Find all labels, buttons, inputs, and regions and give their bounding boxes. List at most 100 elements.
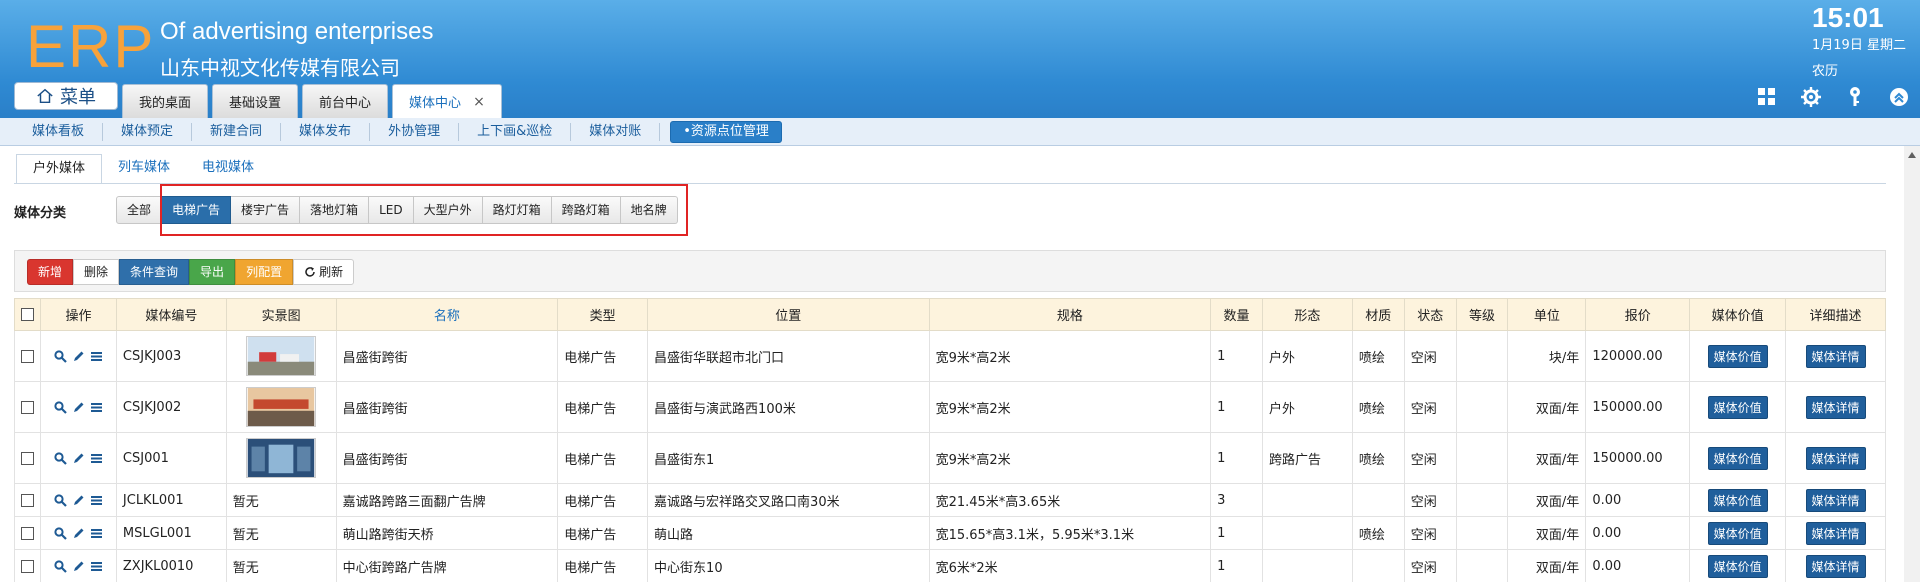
column-header[interactable]: 形态: [1261, 298, 1353, 331]
gear-icon[interactable]: [1800, 86, 1822, 108]
grade-cell: [1455, 330, 1509, 382]
column-header[interactable]: 报价: [1585, 298, 1691, 331]
row-checkbox[interactable]: [21, 400, 34, 414]
tab-tv-media[interactable]: 电视媒体: [186, 154, 270, 184]
table-row[interactable]: JCLKL001 暂无 嘉诚路跨路三面翻广告牌 电梯广告 嘉诚路与宏祥路交叉路口南30米…: [14, 483, 1886, 517]
media-value-button[interactable]: 媒体价值: [1707, 488, 1768, 512]
list-icon[interactable]: [90, 452, 103, 465]
row-checkbox[interactable]: [21, 349, 34, 363]
vertical-scrollbar[interactable]: [1904, 146, 1920, 582]
column-header[interactable]: 状态: [1403, 298, 1457, 331]
tab-train-media[interactable]: 列车媒体: [102, 154, 186, 184]
table-row[interactable]: MSLGL001 暂无 萌山路跨街天桥 电梯广告 萌山路 宽15.65*高3.1米，5.9…: [14, 516, 1886, 550]
subnav-media-publish[interactable]: 媒体发布: [281, 122, 371, 141]
media-value-button[interactable]: 媒体价值: [1707, 521, 1768, 545]
search-icon[interactable]: [54, 349, 67, 363]
edit-icon[interactable]: [72, 560, 85, 573]
row-select-cell[interactable]: [14, 330, 41, 382]
row-checkbox[interactable]: [21, 559, 34, 573]
row-select-cell[interactable]: [14, 549, 41, 582]
media-value-button[interactable]: 媒体价值: [1707, 395, 1768, 419]
material-cell: 喷绘: [1351, 381, 1405, 433]
column-header[interactable]: 媒体编号: [115, 298, 227, 331]
search-icon[interactable]: [54, 451, 67, 465]
thumbnail-image[interactable]: [246, 336, 317, 376]
category-all[interactable]: 全部: [116, 196, 163, 224]
close-tab-icon[interactable]: ×: [473, 94, 485, 110]
tab-my-desktop[interactable]: 我的桌面: [122, 84, 209, 118]
row-select-cell[interactable]: [14, 381, 41, 433]
table-row[interactable]: CSJKJ003 昌盛街跨街 电梯广告 昌盛街华联超市北门口 宽9米*高2米 1 户外 喷绘空…: [14, 330, 1886, 382]
edit-icon[interactable]: [72, 527, 85, 540]
lunar-calendar[interactable]: 农历: [1812, 60, 1838, 79]
column-header[interactable]: 等级: [1455, 298, 1509, 331]
thumbnail-image[interactable]: [246, 438, 317, 478]
subnav-media-reconcile[interactable]: 媒体对账: [571, 122, 661, 141]
media-detail-button[interactable]: 媒体详情: [1805, 521, 1866, 545]
menu-button[interactable]: 菜单: [14, 82, 118, 110]
edit-icon[interactable]: [72, 401, 85, 414]
media-value-button[interactable]: 媒体价值: [1707, 344, 1768, 368]
select-all-header[interactable]: [14, 298, 41, 331]
search-icon[interactable]: [54, 493, 67, 507]
table-row[interactable]: CSJKJ002 昌盛街跨街 电梯广告 昌盛街与演武路西100米 宽9米*高2米 1 户外喷…: [14, 381, 1886, 433]
query-button[interactable]: 条件查询: [119, 259, 190, 285]
media-detail-button[interactable]: 媒体详情: [1805, 446, 1866, 470]
media-detail-button[interactable]: 媒体详情: [1805, 395, 1866, 419]
media-detail-button[interactable]: 媒体详情: [1805, 488, 1866, 512]
edit-icon[interactable]: [72, 494, 85, 507]
list-icon[interactable]: [90, 350, 103, 363]
tab-media-center[interactable]: 媒体中心 ×: [392, 84, 502, 118]
select-all-checkbox[interactable]: [21, 308, 34, 321]
subnav-media-booking[interactable]: 媒体预定: [103, 122, 193, 141]
edit-icon[interactable]: [72, 350, 85, 363]
list-icon[interactable]: [90, 560, 103, 573]
subnav-outsourcing[interactable]: 外协管理: [370, 122, 460, 141]
row-select-cell[interactable]: [14, 432, 41, 484]
media-detail-button[interactable]: 媒体详情: [1805, 554, 1866, 578]
column-config-button[interactable]: 列配置: [235, 259, 294, 285]
row-checkbox[interactable]: [21, 493, 34, 507]
table-row[interactable]: CSJ001 昌盛街跨街 电梯广告 昌盛街东1 宽9米*高2米 1 跨路广告 喷绘 空闲 双面/年…: [14, 432, 1886, 484]
search-icon[interactable]: [54, 559, 67, 573]
key-icon[interactable]: [1844, 86, 1866, 108]
grid-icon[interactable]: [1756, 86, 1778, 108]
tab-front-center[interactable]: 前台中心: [302, 84, 389, 118]
subnav-inspection[interactable]: 上下画&巡检: [459, 122, 572, 141]
main-tabs: 我的桌面 基础设置 前台中心 媒体中心 ×: [118, 84, 502, 118]
subnav-media-board[interactable]: 媒体看板: [14, 122, 104, 141]
list-icon[interactable]: [90, 527, 103, 540]
row-checkbox[interactable]: [21, 451, 34, 465]
column-header[interactable]: 单位: [1507, 298, 1587, 331]
row-select-cell[interactable]: [14, 483, 41, 517]
list-icon[interactable]: [90, 401, 103, 414]
column-header[interactable]: 位置: [647, 298, 930, 331]
column-header[interactable]: 规格: [928, 298, 1212, 331]
media-value-button[interactable]: 媒体价值: [1707, 446, 1768, 470]
subnav-resource-points[interactable]: •资源点位管理: [670, 120, 782, 143]
media-value-button[interactable]: 媒体价值: [1707, 554, 1768, 578]
delete-button[interactable]: 删除: [73, 259, 120, 285]
column-header[interactable]: 数量: [1210, 298, 1263, 331]
column-header[interactable]: 类型: [557, 298, 649, 331]
search-icon[interactable]: [54, 400, 67, 414]
add-button[interactable]: 新增: [27, 259, 74, 285]
subnav-new-contract[interactable]: 新建合同: [192, 122, 282, 141]
tab-basic-settings[interactable]: 基础设置: [212, 84, 299, 118]
collapse-icon[interactable]: [1888, 86, 1910, 108]
thumbnail-image[interactable]: [246, 387, 317, 427]
tab-outdoor-media[interactable]: 户外媒体: [16, 154, 103, 184]
export-button[interactable]: 导出: [189, 259, 236, 285]
column-header[interactable]: 名称: [335, 298, 559, 331]
search-icon[interactable]: [54, 526, 67, 540]
row-select-cell[interactable]: [14, 516, 41, 550]
scroll-up-icon[interactable]: [1908, 152, 1916, 158]
column-header[interactable]: 材质: [1351, 298, 1405, 331]
media-detail-button[interactable]: 媒体详情: [1805, 344, 1866, 368]
tab-label: 基础设置: [229, 96, 282, 111]
refresh-button[interactable]: 刷新: [293, 259, 355, 285]
list-icon[interactable]: [90, 494, 103, 507]
row-checkbox[interactable]: [21, 526, 34, 540]
table-row[interactable]: ZXJKL0010 暂无 中心街跨路广告牌 电梯广告 中心街东10 宽6米*2米 1 空闲 双面…: [14, 549, 1886, 582]
edit-icon[interactable]: [72, 452, 85, 465]
